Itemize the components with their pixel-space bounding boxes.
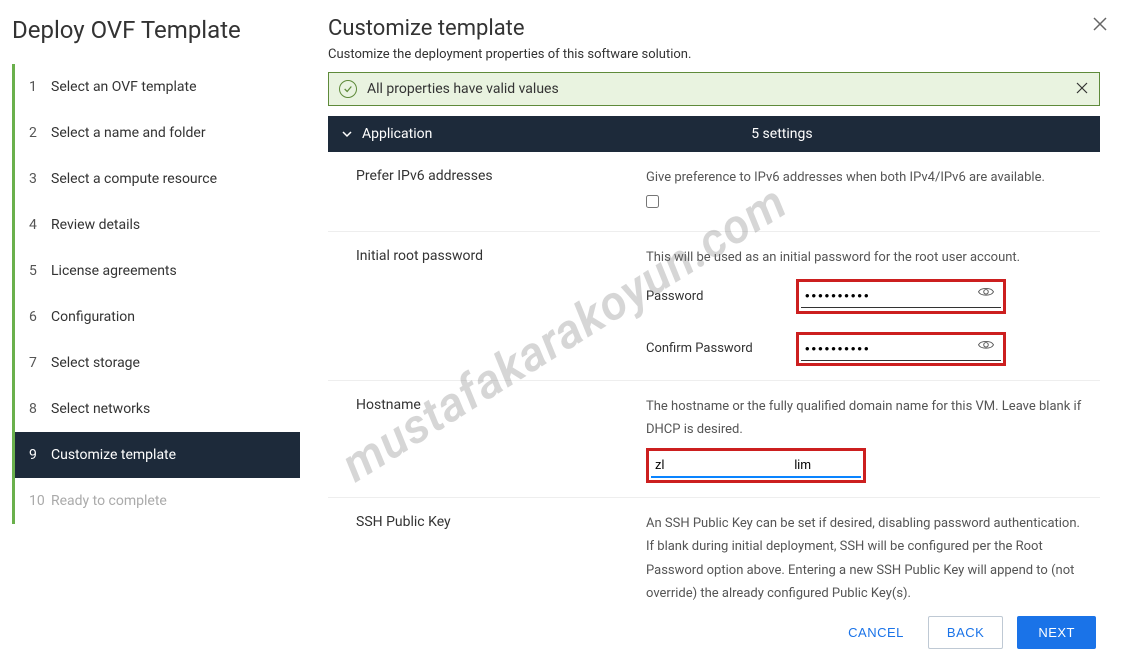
check-circle-icon: [339, 80, 357, 98]
next-button[interactable]: NEXT: [1017, 616, 1096, 649]
desc-prefer-ipv6: Give preference to IPv6 addresses when b…: [646, 166, 1088, 189]
alert-text: All properties have valid values: [367, 81, 559, 97]
page-title: Customize template: [328, 16, 1100, 41]
wizard-footer: CANCEL BACK NEXT: [328, 600, 1100, 665]
desc-hostname: The hostname or the fully qualified doma…: [646, 395, 1088, 442]
cancel-button[interactable]: CANCEL: [838, 617, 914, 648]
input-confirm-password[interactable]: [801, 337, 1001, 361]
label-confirm-password: Confirm Password: [646, 337, 796, 360]
label-password: Password: [646, 285, 796, 308]
form-body: Prefer IPv6 addresses Give preference to…: [328, 152, 1100, 665]
label-prefer-ipv6: Prefer IPv6 addresses: [356, 166, 646, 217]
main-panel: Customize template Customize the deploym…: [300, 0, 1128, 665]
checkbox-prefer-ipv6[interactable]: [646, 195, 659, 208]
input-password[interactable]: [801, 284, 1001, 308]
eye-icon[interactable]: [977, 336, 995, 362]
row-hostname: Hostname The hostname or the fully quali…: [328, 381, 1100, 498]
page-subtitle: Customize the deployment properties of t…: [328, 47, 1100, 62]
step-select-ovf[interactable]: 1Select an OVF template: [15, 64, 300, 110]
row-prefer-ipv6: Prefer IPv6 addresses Give preference to…: [328, 152, 1100, 232]
alert-close-icon[interactable]: [1075, 81, 1091, 97]
label-ssh-key: SSH Public Key: [356, 512, 646, 606]
input-hostname[interactable]: [651, 453, 861, 478]
label-root-password: Initial root password: [356, 246, 646, 366]
desc-root-password: This will be used as an initial password…: [646, 246, 1088, 269]
eye-icon[interactable]: [977, 283, 995, 309]
close-icon[interactable]: [1092, 16, 1108, 36]
step-customize-template[interactable]: 9Customize template: [15, 432, 300, 478]
step-name-folder[interactable]: 2Select a name and folder: [15, 110, 300, 156]
step-license[interactable]: 5License agreements: [15, 248, 300, 294]
back-button[interactable]: BACK: [928, 616, 1003, 649]
label-hostname: Hostname: [356, 395, 646, 483]
wizard-steps: 1Select an OVF template 2Select a name a…: [12, 64, 300, 524]
desc-ssh-key: An SSH Public Key can be set if desired,…: [646, 512, 1088, 606]
wizard-title: Deploy OVF Template: [0, 0, 300, 64]
step-review-details[interactable]: 4Review details: [15, 202, 300, 248]
step-compute-resource[interactable]: 3Select a compute resource: [15, 156, 300, 202]
step-select-storage[interactable]: 7Select storage: [15, 340, 300, 386]
wizard-sidebar: Deploy OVF Template 1Select an OVF templ…: [0, 0, 300, 665]
section-header-application[interactable]: Application 5 settings: [328, 116, 1100, 152]
step-ready-complete: 10Ready to complete: [15, 478, 300, 524]
section-count: 5 settings: [751, 126, 1086, 142]
step-configuration[interactable]: 6Configuration: [15, 294, 300, 340]
section-title: Application: [362, 126, 751, 142]
chevron-down-icon: [342, 129, 352, 139]
validation-alert: All properties have valid values: [328, 72, 1100, 106]
step-select-networks[interactable]: 8Select networks: [15, 386, 300, 432]
row-root-password: Initial root password This will be used …: [328, 232, 1100, 381]
